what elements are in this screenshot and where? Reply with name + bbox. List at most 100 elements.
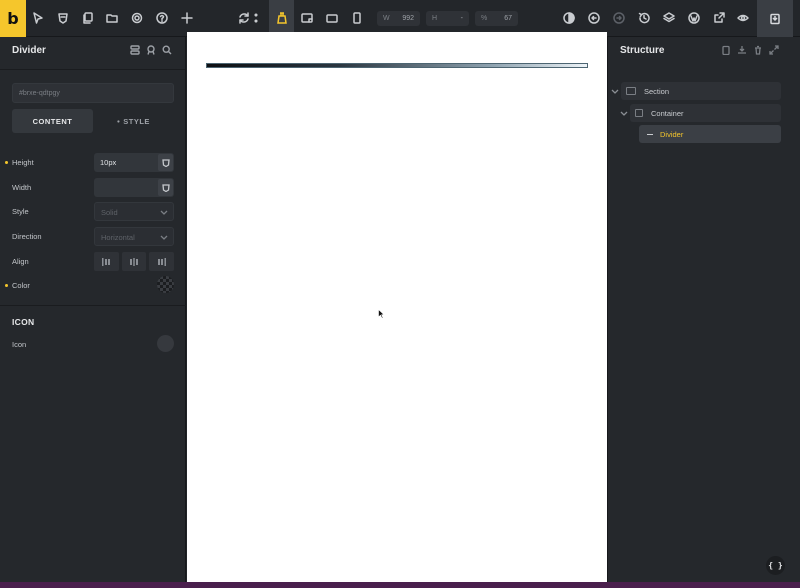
canvas-height-field[interactable]: H - xyxy=(426,11,469,26)
builder-canvas[interactable] xyxy=(187,32,607,582)
direction-select-placeholder: Horizontal xyxy=(101,233,135,242)
align-left-button[interactable] xyxy=(94,252,119,271)
save-icon[interactable] xyxy=(757,0,793,37)
clipboard-icon[interactable] xyxy=(720,44,732,56)
panel-divider xyxy=(0,69,185,70)
structure-item-label: Container xyxy=(651,108,684,118)
divider-element[interactable] xyxy=(206,63,588,68)
container-icon xyxy=(635,109,643,117)
structure-item-label: Divider xyxy=(660,129,684,139)
align-center-button[interactable] xyxy=(121,252,147,271)
add-element-icon[interactable] xyxy=(177,8,197,28)
pointer-icon[interactable] xyxy=(28,8,48,28)
history-icon[interactable] xyxy=(634,8,654,28)
section-icon xyxy=(626,87,636,95)
panel-title: Divider xyxy=(12,45,46,56)
section-divider xyxy=(0,305,186,306)
color-control: Color xyxy=(0,276,186,296)
height-input[interactable]: 10px xyxy=(94,153,174,172)
divider-icon xyxy=(647,133,653,135)
css-variable-icon[interactable] xyxy=(158,179,173,196)
shield-icon[interactable] xyxy=(53,8,73,28)
structure-item-container[interactable]: Container xyxy=(630,104,781,122)
icon-picker-button[interactable] xyxy=(157,335,174,352)
chevron-down-icon xyxy=(160,208,168,216)
chevron-down-icon xyxy=(160,233,168,241)
align-right-icon xyxy=(157,257,166,266)
breakpoint-tablet-icon[interactable] xyxy=(322,8,342,28)
settings-tabs: CONTENT STYLE xyxy=(12,109,174,133)
align-button-group xyxy=(94,252,175,271)
structure-actions xyxy=(720,44,780,56)
width-field-value: 992 xyxy=(402,15,414,22)
zoom-field-label: % xyxy=(481,15,488,22)
more-vertical-icon[interactable] xyxy=(250,8,262,28)
direction-select[interactable]: Horizontal xyxy=(94,227,174,246)
trash-icon[interactable] xyxy=(752,44,764,56)
css-variable-icon[interactable] xyxy=(158,154,173,171)
css-id-field[interactable]: #brxe-qdtpgy xyxy=(12,83,174,103)
bricks-logo[interactable]: b xyxy=(0,0,26,37)
mouse-cursor-icon xyxy=(378,309,385,319)
align-left-icon xyxy=(102,257,111,266)
preview-eye-icon[interactable] xyxy=(733,8,753,28)
height-field-label: H xyxy=(432,15,438,22)
style-control: Style Solid xyxy=(0,202,186,222)
search-icon[interactable] xyxy=(161,44,173,56)
width-label: Width xyxy=(12,183,32,192)
structure-item-divider[interactable]: Divider xyxy=(639,125,781,143)
icon-control: Icon xyxy=(0,335,186,355)
icon-label: Icon xyxy=(12,340,27,349)
element-settings-panel: Divider #brxe-qdtpgy CONTENT STYLE Heigh… xyxy=(0,37,186,582)
zoom-field-value: 67 xyxy=(504,15,512,22)
gear-icon[interactable] xyxy=(127,8,147,28)
window-bottom-edge xyxy=(0,582,800,588)
download-icon[interactable] xyxy=(736,44,748,56)
align-label: Align xyxy=(12,257,29,266)
structure-title: Structure xyxy=(620,45,665,56)
structure-item-section[interactable]: Section xyxy=(621,82,781,100)
code-button[interactable]: { } xyxy=(766,556,785,575)
theme-icon[interactable] xyxy=(559,8,579,28)
external-link-icon[interactable] xyxy=(709,8,729,28)
wordpress-icon[interactable] xyxy=(684,8,704,28)
align-control: Align xyxy=(0,252,186,272)
tab-style[interactable]: STYLE xyxy=(93,109,174,133)
width-input[interactable] xyxy=(94,178,174,197)
height-label: Height xyxy=(12,158,34,167)
canvas-width-field[interactable]: W 992 xyxy=(377,11,420,26)
expand-icon[interactable] xyxy=(768,44,780,56)
width-field-label: W xyxy=(383,15,390,22)
zoom-field[interactable]: % 67 xyxy=(475,11,518,26)
direction-control: Direction Horizontal xyxy=(0,227,186,247)
undo-icon[interactable] xyxy=(584,8,604,28)
layers-icon[interactable] xyxy=(659,8,679,28)
width-control: Width xyxy=(0,178,186,198)
style-select-placeholder: Solid xyxy=(101,208,118,217)
direction-label: Direction xyxy=(12,232,42,241)
modified-indicator xyxy=(5,161,8,164)
redo-icon[interactable] xyxy=(609,8,629,28)
align-center-icon xyxy=(130,257,138,266)
structure-item-label: Section xyxy=(644,86,670,96)
style-select[interactable]: Solid xyxy=(94,202,174,221)
height-value: 10px xyxy=(100,158,117,167)
layout-toggle-icon[interactable] xyxy=(129,44,141,56)
folder-icon[interactable] xyxy=(102,8,122,28)
color-picker-swatch[interactable] xyxy=(157,276,174,293)
breakpoint-tablet-landscape-icon[interactable] xyxy=(297,8,317,28)
structure-panel: Structure Section Container Divider { } xyxy=(607,37,800,582)
help-icon[interactable] xyxy=(152,8,172,28)
chevron-down-icon[interactable] xyxy=(620,109,628,117)
chevron-down-icon[interactable] xyxy=(611,87,619,95)
icon-section-heading[interactable]: ICON xyxy=(12,317,34,327)
presets-icon[interactable] xyxy=(145,44,157,56)
align-right-button[interactable] xyxy=(149,252,175,271)
panel-header-actions xyxy=(129,44,173,56)
height-field-value: - xyxy=(460,15,463,22)
style-label: Style xyxy=(12,207,29,216)
tab-content[interactable]: CONTENT xyxy=(12,109,93,133)
modified-indicator xyxy=(5,284,8,287)
pages-icon[interactable] xyxy=(78,8,98,28)
breakpoint-mobile-icon[interactable] xyxy=(347,8,367,28)
